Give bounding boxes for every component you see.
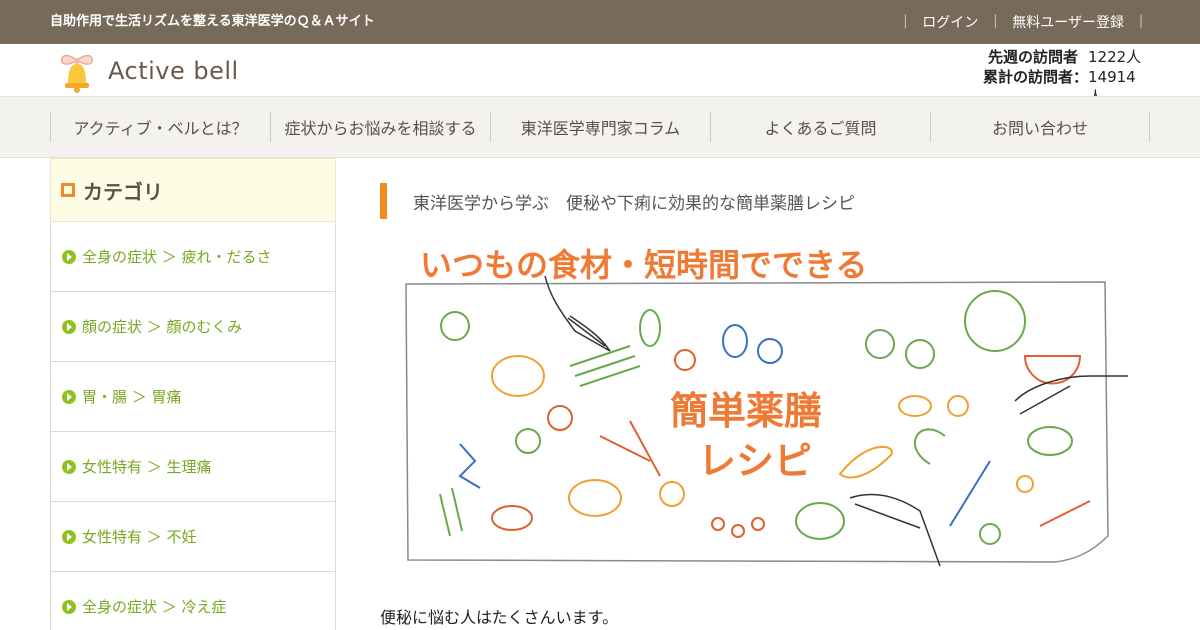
site-tagline: 自助作用で生活リズムを整える東洋医学のＱ＆Ａサイト [50, 14, 375, 29]
category-item-label: 女性特有 ＞ 生理痛 [82, 458, 212, 476]
category-item-label: 全身の症状 ＞ 疲れ・だるさ [82, 248, 272, 266]
login-link[interactable]: ログイン [922, 12, 978, 32]
category-header: カテゴリ [50, 158, 336, 222]
hero-illustration: いつもの食材・短時間でできる 簡単薬膳 レシピ [405, 246, 1128, 567]
link-separator: ｜ [898, 15, 913, 31]
logo-text: Active bell [108, 57, 239, 85]
global-nav: アクティブ・ベルとは？ 症状からお悩みを相談する 東洋医学専門家コラム よくある… [0, 96, 1200, 158]
article-title: 東洋医学から学ぶ 便秘や下痢に効果的な簡単薬膳レシピ [380, 183, 855, 219]
category-item[interactable]: 顔の症状 ＞ 顔のむくみ [50, 292, 336, 362]
bell-icon [61, 54, 93, 93]
hero-headline: いつもの食材・短時間でできる [420, 246, 867, 284]
top-bar: 自助作用で生活リズムを整える東洋医学のＱ＆Ａサイト ｜ ログイン ｜ 無料ユーザ… [0, 0, 1200, 44]
site-logo[interactable]: Active bell [56, 48, 239, 94]
nav-item-column[interactable]: 東洋医学専門家コラム [490, 112, 710, 142]
nav-item-consult[interactable]: 症状からお悩みを相談する [270, 112, 490, 142]
article-intro: 便秘に悩む人はたくさんいます。 [380, 608, 619, 627]
nav-item-faq[interactable]: よくあるご質問 [710, 112, 930, 142]
square-bullet-icon [61, 183, 75, 197]
arrow-circle-icon [62, 249, 76, 264]
category-sidebar: カテゴリ 全身の症状 ＞ 疲れ・だるさ 顔の症状 ＞ 顔のむくみ 胃・腸 ＞ 胃… [50, 158, 336, 630]
category-item-label: 全身の症状 ＞ 冷え症 [82, 598, 227, 616]
link-separator: ｜ [1134, 15, 1148, 31]
category-title: カテゴリ [83, 179, 163, 204]
arrow-circle-icon [62, 529, 76, 544]
category-item-label: 胃・腸 ＞ 胃痛 [82, 388, 182, 406]
arrow-circle-icon [62, 319, 76, 334]
hero-center-line1: 簡単薬膳 [670, 388, 822, 433]
nav-item-contact[interactable]: お問い合わせ [930, 112, 1150, 142]
link-separator: ｜ [988, 15, 1003, 31]
site-header: Active bell 先週の訪問者 1222人 累計の訪問者： 14914人 [0, 44, 1200, 106]
category-item-label: 顔の症状 ＞ 顔のむくみ [82, 318, 243, 336]
arrow-circle-icon [62, 599, 76, 614]
hero-center-line2: レシピ [698, 438, 812, 483]
category-item[interactable]: 女性特有 ＞ 生理痛 [50, 432, 336, 502]
category-item[interactable]: 全身の症状 ＞ 冷え症 [50, 572, 336, 630]
category-item[interactable]: 女性特有 ＞ 不妊 [50, 502, 336, 572]
category-item-label: 女性特有 ＞ 不妊 [82, 528, 197, 546]
weekly-visitors-label: 先週の訪問者 [987, 48, 1078, 66]
weekly-visitors-value: 1222人 [1088, 48, 1142, 66]
arrow-circle-icon [62, 459, 76, 474]
nav-item-about[interactable]: アクティブ・ベルとは？ [50, 112, 270, 142]
category-item[interactable]: 全身の症状 ＞ 疲れ・だるさ [50, 222, 336, 292]
user-links: ｜ ログイン ｜ 無料ユーザー登録 ｜ [898, 12, 1148, 32]
register-link[interactable]: 無料ユーザー登録 [1012, 12, 1124, 32]
arrow-circle-icon [62, 389, 76, 404]
category-item[interactable]: 胃・腸 ＞ 胃痛 [50, 362, 336, 432]
